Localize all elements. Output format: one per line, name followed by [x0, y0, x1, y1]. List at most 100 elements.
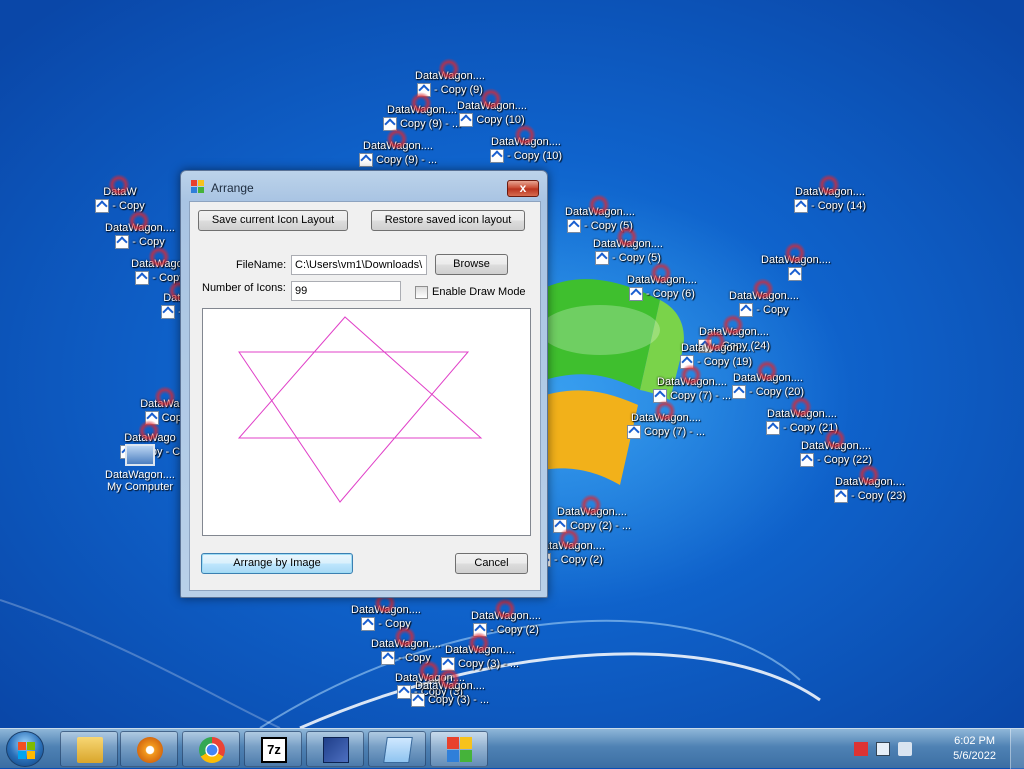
draw-mode-checkbox[interactable] [415, 286, 428, 299]
icon-burst-decoration [784, 242, 806, 264]
desktop-icon-label: Copy (2) - ... [569, 519, 632, 532]
desktop-icon-my-computer[interactable]: DataWagon.... My Computer [95, 444, 185, 493]
save-layout-button[interactable]: Save current Icon Layout [198, 210, 348, 231]
icon-burst-decoration [438, 58, 460, 80]
desktop-icon-label: Copy (7) - ... [669, 389, 732, 402]
desktop-icon[interactable]: DataWagon....Copy (9) - ... [382, 92, 462, 131]
taskbar-notepad[interactable] [368, 731, 426, 767]
desktop-icon[interactable]: DataWagon....Copy (7) - ... [626, 400, 706, 439]
shortcut-arrow-icon [567, 219, 582, 233]
taskbar-chrome[interactable] [182, 731, 240, 767]
desktop-icon[interactable]: DataWagon....Copy (9) - ... [358, 128, 438, 167]
desktop-icon-label: - Copy (6) [646, 287, 695, 300]
taskbar: 7z 6:02 PM 5/6/2022 [0, 728, 1024, 769]
shortcut-arrow-icon [833, 489, 848, 503]
shortcut-arrow-icon [731, 385, 746, 399]
browse-button[interactable]: Browse [435, 254, 508, 275]
shortcut-arrow-icon [793, 199, 808, 213]
desktop-icon-label: - Copy (2) [554, 553, 603, 566]
7zip-icon: 7z [261, 737, 287, 763]
desktop-icon-label: - Copy (2) [490, 623, 539, 636]
desktop-icon[interactable]: DataWagon....- Copy (5) [588, 226, 668, 265]
star-triangle-up [237, 316, 483, 439]
shortcut-arrow-icon [629, 287, 644, 301]
show-desktop-button[interactable] [1010, 729, 1024, 769]
shortcut-arrow-icon [459, 113, 474, 127]
start-button[interactable] [6, 731, 44, 767]
desktop-icon[interactable]: DataWagon....Copy (3) - ... [440, 632, 520, 671]
shortcut-arrow-icon [595, 251, 610, 265]
chrome-icon [199, 737, 225, 763]
desktop-icon[interactable]: DataWagon....- Copy (23) [830, 464, 910, 503]
cancel-button[interactable]: Cancel [455, 553, 528, 574]
drawing-canvas[interactable] [202, 308, 531, 536]
shortcut-arrow-icon [765, 421, 780, 435]
icon-burst-decoration [468, 632, 490, 654]
desktop-icon[interactable]: DataWagon....- Copy [724, 278, 804, 317]
notepad-icon [383, 737, 413, 763]
icon-burst-decoration [418, 660, 440, 682]
icon-burst-decoration [704, 330, 726, 352]
restore-layout-button[interactable]: Restore saved icon layout [371, 210, 525, 231]
taskbar-paint[interactable] [306, 731, 364, 767]
taskbar-media-player[interactable] [120, 731, 178, 767]
desktop-icon-label: - Copy (14) [810, 199, 867, 212]
desktop-icon[interactable]: DataWagon....- Copy (22) [796, 428, 876, 467]
taskbar-7zip[interactable]: 7z [244, 731, 302, 767]
media-player-icon [137, 737, 163, 763]
shortcut-arrow-icon [358, 153, 373, 167]
volume-icon[interactable] [898, 742, 912, 756]
filename-input[interactable]: C:\Users\vm1\Downloads\ [291, 255, 427, 275]
desktop-icon-label: Copy (9) - ... [375, 153, 438, 166]
desktop-icon-label: - Copy (9) [434, 83, 483, 96]
file-explorer-icon [77, 737, 103, 763]
icon-burst-decoration [386, 128, 408, 150]
desktop-icon[interactable]: DataWagon....- Copy (6) [622, 262, 702, 301]
number-of-icons-input[interactable]: 99 [291, 281, 401, 301]
desktop-icon[interactable]: DataWagon.... [756, 242, 836, 281]
arrange-by-image-button[interactable]: Arrange by Image [201, 553, 353, 574]
icon-burst-decoration [790, 396, 812, 418]
icon-burst-decoration [410, 92, 432, 114]
desktop-icon-label: Copy (7) - ... [643, 425, 706, 438]
icon-burst-decoration [680, 364, 702, 386]
icon-burst-decoration [858, 464, 880, 486]
desktop-icon[interactable]: DataWagon....Copy (3) - ... [410, 668, 490, 707]
desktop-icon[interactable]: DataWagon....- Copy [346, 592, 426, 631]
desktop-icon[interactable]: DataWagon....Copy (7) - ... [652, 364, 732, 403]
icon-burst-decoration [616, 226, 638, 248]
action-center-flag-icon[interactable] [854, 742, 868, 756]
desktop-icon-label: Copy (10) [476, 113, 525, 126]
close-button[interactable]: x [507, 180, 539, 197]
shortcut-arrow-icon [739, 303, 754, 317]
icon-burst-decoration [588, 194, 610, 216]
icon-burst-decoration [154, 386, 176, 408]
icon-burst-decoration [580, 494, 602, 516]
desktop-icon[interactable]: DataWagon....- Copy (20) [728, 360, 808, 399]
desktop-icon[interactable]: DataWagon....Copy (10) [452, 88, 532, 127]
icon-burst-decoration [722, 314, 744, 336]
clock-time: 6:02 PM [954, 735, 996, 747]
shortcut-arrow-icon [410, 693, 425, 707]
desktop-icon[interactable]: DataW- Copy [80, 174, 160, 213]
desktop-icon[interactable]: DataWagon....- Copy [100, 210, 180, 249]
dialog-titlebar[interactable]: Arrange x [181, 171, 547, 201]
desktop-icon[interactable]: DataWagon....- Copy (14) [790, 174, 870, 213]
number-of-icons-label: Number of Icons: [202, 282, 286, 294]
taskbar-explorer[interactable] [60, 731, 118, 767]
icon-burst-decoration [752, 278, 774, 300]
shortcut-arrow-icon [799, 453, 814, 467]
network-icon[interactable] [876, 742, 890, 756]
taskbar-arrange-app[interactable] [430, 731, 488, 767]
desktop-icon-label: - Copy (5) [612, 251, 661, 264]
desktop-icon-label: DataWagon.... [105, 469, 175, 481]
clock[interactable]: 6:02 PM 5/6/2022 [953, 734, 996, 764]
icon-burst-decoration [438, 668, 460, 690]
shortcut-arrow-icon [381, 651, 396, 665]
desktop-icon-label: - Copy (19) [696, 355, 753, 368]
shortcut-arrow-icon [397, 685, 412, 699]
icon-burst-decoration [494, 598, 516, 620]
computer-icon [125, 444, 155, 466]
desktop-icon[interactable]: DataWagon....- Copy (10) [486, 124, 566, 163]
icon-burst-decoration [650, 262, 672, 284]
